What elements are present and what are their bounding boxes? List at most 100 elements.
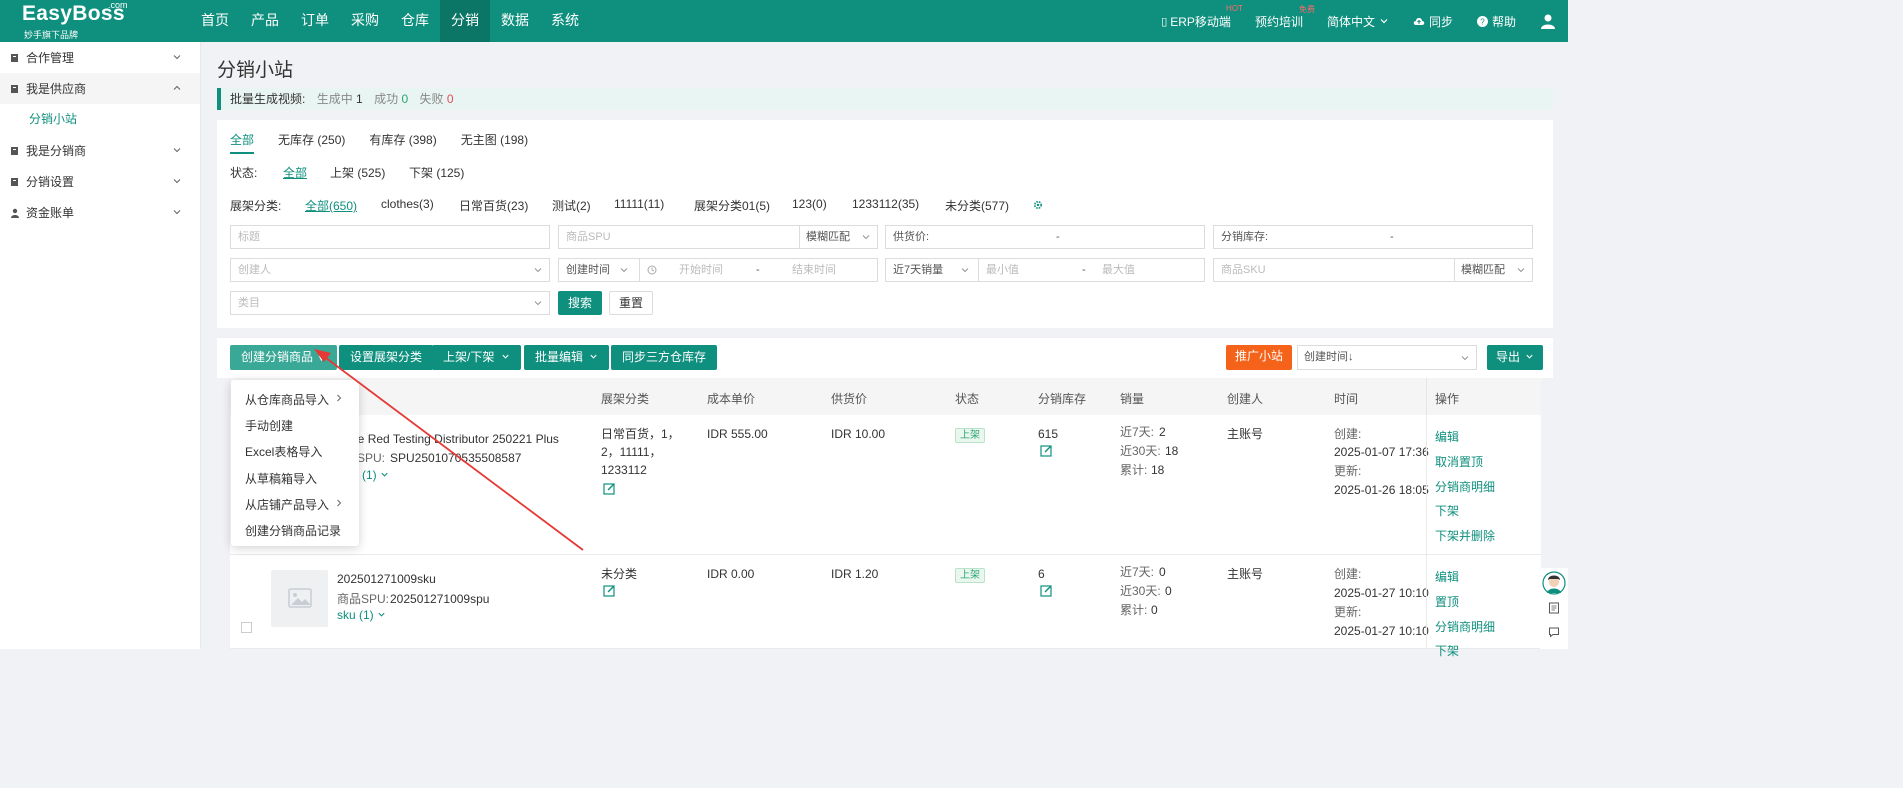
promote-site-button[interactable]: 推广小站: [1226, 345, 1293, 370]
title-input[interactable]: 标题: [230, 225, 550, 249]
product-title[interactable]: nate Red Testing Distributor 250221 Plus: [341, 430, 559, 448]
nav-home[interactable]: 首页: [190, 0, 240, 42]
chat-icon[interactable]: [1548, 626, 1560, 638]
export-button[interactable]: 导出: [1487, 345, 1544, 370]
sync-third-party-stock-button[interactable]: 同步三方仓库存: [611, 345, 718, 370]
category-select[interactable]: 类目: [230, 291, 550, 315]
sales-7-label: 近7天:: [1120, 565, 1155, 579]
distributor-detail-link[interactable]: 分销商明细: [1435, 478, 1495, 496]
nav-products[interactable]: 产品: [240, 0, 290, 42]
tab-in-stock[interactable]: 有库存 (398): [369, 131, 436, 154]
menu-create-records[interactable]: 创建分销商品记录: [245, 522, 341, 539]
sales-max-input[interactable]: 最大值: [1102, 259, 1135, 281]
nav-system[interactable]: 系统: [540, 0, 590, 42]
document-icon[interactable]: [1548, 602, 1560, 614]
shelf-line: 2，11111，: [601, 445, 662, 459]
chevron-down-icon: [1380, 19, 1388, 24]
help-button[interactable]: ? 帮助: [1476, 13, 1516, 30]
product-title[interactable]: 202501271009sku: [337, 570, 436, 588]
sales-7-label: 近7天:: [1120, 425, 1155, 439]
edit-icon[interactable]: [603, 482, 616, 495]
menu-manual-create[interactable]: 手动创建: [245, 417, 293, 434]
menu-import-from-drafts[interactable]: 从草稿箱导入: [245, 470, 317, 487]
nav-distribution[interactable]: 分销: [440, 0, 490, 42]
spu-match-select[interactable]: 模糊匹配: [806, 226, 850, 248]
end-time-input[interactable]: 结束时间: [792, 259, 836, 281]
creator-select[interactable]: 创建人: [230, 258, 550, 282]
sidebar-item-cooperation[interactable]: 合作管理: [0, 42, 200, 73]
off-shelf-link[interactable]: 下架: [1435, 642, 1459, 660]
batch-edit-button[interactable]: 批量编辑: [524, 345, 610, 370]
menu-import-from-warehouse[interactable]: 从仓库商品导入: [245, 391, 329, 408]
edit-link[interactable]: 编辑: [1435, 428, 1459, 446]
erp-mobile-link[interactable]: ▯ ERP移动端 HOT: [1161, 4, 1243, 30]
help-circle-icon: ?: [1476, 15, 1488, 27]
tab-no-main-image[interactable]: 无主图 (198): [461, 131, 528, 154]
edit-link[interactable]: 编辑: [1435, 568, 1459, 586]
off-shelf-link[interactable]: 下架: [1435, 502, 1459, 520]
training-link[interactable]: 预约培训 免费: [1255, 5, 1315, 30]
supply-price-range[interactable]: 供货价: -: [885, 225, 1205, 249]
sidebar-item-supplier[interactable]: 我是供应商: [0, 73, 200, 104]
menu-excel-import[interactable]: Excel表格导入: [245, 443, 322, 460]
dist-stock-range[interactable]: 分销库存: -: [1213, 225, 1533, 249]
sales-period-select[interactable]: 近7天销量: [893, 264, 943, 276]
hot-badge: HOT: [1226, 3, 1243, 13]
on-off-shelf-button[interactable]: 上架/下架: [432, 345, 521, 370]
off-shelf-delete-link[interactable]: 下架并删除: [1435, 527, 1495, 545]
gear-icon[interactable]: [1033, 200, 1043, 210]
pin-link[interactable]: 置顶: [1435, 593, 1459, 611]
row-checkbox[interactable]: [241, 622, 252, 633]
status-all[interactable]: 全部: [283, 164, 307, 181]
start-time-input[interactable]: 开始时间: [679, 259, 723, 281]
shelf-daily[interactable]: 日常百货(23): [459, 197, 528, 214]
status-on-shelf[interactable]: 上架 (525): [330, 164, 385, 181]
sidebar-subitem-distribution-site[interactable]: 分销小站: [0, 104, 200, 135]
sales-range[interactable]: 近7天销量 最小值 - 最大值: [885, 258, 1205, 282]
tab-all[interactable]: 全部: [230, 131, 255, 154]
sidebar-item-distributor[interactable]: 我是分销商: [0, 135, 200, 166]
sidebar-item-settings[interactable]: 分销设置: [0, 166, 200, 197]
edit-icon[interactable]: [603, 584, 616, 597]
shelf-uncategorized[interactable]: 未分类(577): [945, 197, 1009, 214]
user-avatar-icon[interactable]: [1540, 13, 1556, 29]
sidebar-item-funds[interactable]: 资金账单: [0, 197, 200, 228]
sku-input[interactable]: 商品SKU 模糊匹配: [1213, 258, 1533, 282]
sync-button[interactable]: 同步: [1413, 13, 1453, 30]
nav-purchase[interactable]: 采购: [340, 0, 390, 42]
status-off-shelf[interactable]: 下架 (125): [409, 164, 464, 181]
divider: [799, 226, 800, 248]
tab-no-stock[interactable]: 无库存 (250): [278, 131, 345, 154]
distributor-detail-link[interactable]: 分销商明细: [1435, 618, 1495, 636]
sales-min-input[interactable]: 最小值: [986, 259, 1019, 281]
dist-stock-label: 分销库存:: [1221, 231, 1269, 243]
create-time-select[interactable]: 创建时间: [566, 264, 610, 276]
shelf-clothes[interactable]: clothes(3): [381, 197, 434, 211]
set-shelf-category-button[interactable]: 设置展架分类: [339, 345, 434, 370]
sku-match-select[interactable]: 模糊匹配: [1461, 259, 1505, 281]
reset-button[interactable]: 重置: [609, 291, 653, 315]
edit-icon[interactable]: [1040, 444, 1053, 457]
support-avatar-icon[interactable]: [1542, 571, 1566, 595]
shelf-test[interactable]: 测试(2): [552, 197, 591, 214]
shelf-1233112[interactable]: 1233112(35): [852, 197, 919, 211]
sku-toggle[interactable]: sku (1): [337, 606, 386, 624]
sort-select[interactable]: 创建时间↓: [1297, 345, 1477, 370]
shelf-category01[interactable]: 展架分类01(5): [694, 197, 770, 214]
nav-data[interactable]: 数据: [490, 0, 540, 42]
nav-orders[interactable]: 订单: [290, 0, 340, 42]
spu-input[interactable]: 商品SPU 模糊匹配: [558, 225, 878, 249]
search-button[interactable]: 搜索: [558, 291, 602, 315]
create-time-range[interactable]: 创建时间 开始时间 - 结束时间: [558, 258, 878, 282]
shelf-123[interactable]: 123(0): [792, 197, 827, 211]
nav-warehouse[interactable]: 仓库: [390, 0, 440, 42]
sku-toggle[interactable]: (1): [362, 466, 389, 484]
shelf-all[interactable]: 全部(650): [305, 197, 357, 214]
shelf-11111[interactable]: 11111(11): [614, 197, 664, 211]
unpin-link[interactable]: 取消置顶: [1435, 453, 1483, 471]
language-select[interactable]: 简体中文: [1327, 13, 1389, 30]
menu-import-from-store[interactable]: 从店铺产品导入: [245, 496, 329, 513]
chevron-down-icon: [620, 268, 628, 273]
create-distribution-product-button[interactable]: 创建分销商品 ▼: [230, 345, 337, 370]
edit-icon[interactable]: [1040, 584, 1053, 597]
